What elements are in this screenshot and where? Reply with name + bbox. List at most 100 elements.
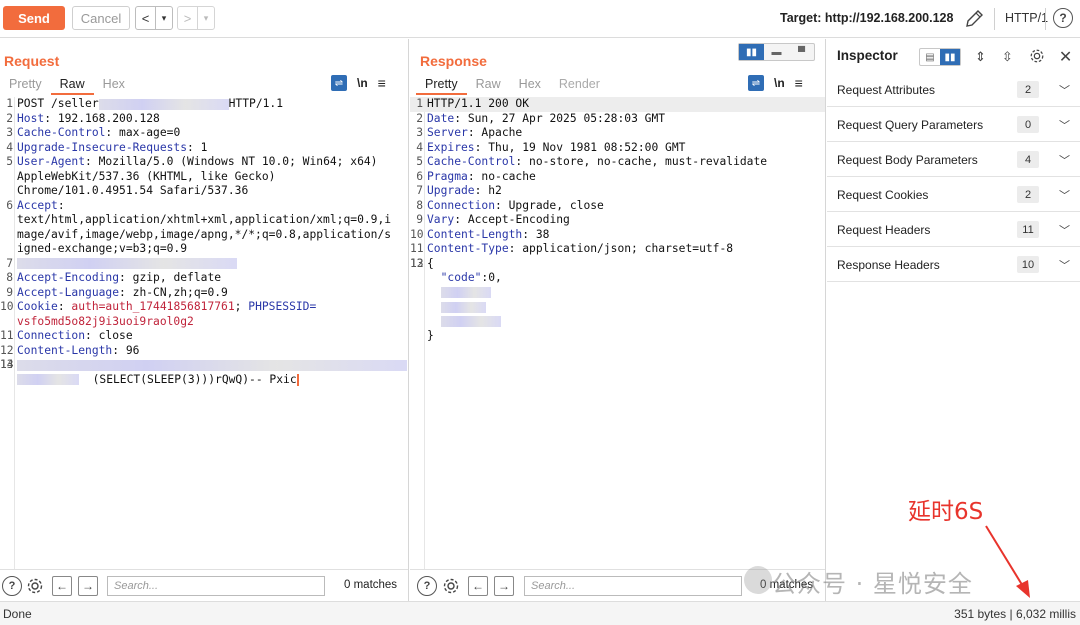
- target-label[interactable]: Target: http://192.168.200.128: [780, 11, 953, 25]
- word-wrap-icon[interactable]: ⇌: [331, 75, 347, 91]
- header-name: Vary: [427, 213, 455, 226]
- line-number: 2: [416, 111, 423, 125]
- back-history-dropdown[interactable]: ▾: [156, 7, 172, 29]
- inspector-row-response-headers[interactable]: Response Headers 10 ﹀: [827, 247, 1080, 282]
- tab-hex[interactable]: Hex: [94, 75, 134, 95]
- line-text: mage/avif,image/webp,image/apng,*/*;q=0.…: [17, 227, 392, 241]
- header-colon: :: [119, 285, 126, 299]
- inspector-row-label: Request Body Parameters: [837, 153, 978, 167]
- editor-line: 5 User-Agent: Mozilla/5.0 (Windows NT 10.…: [0, 155, 408, 170]
- tab-pretty[interactable]: Pretty: [416, 75, 467, 95]
- response-editor[interactable]: 1 HTTP/1.1 200 OK 2 Date: Sun, 27 Apr 2025 …: [410, 97, 825, 569]
- line-text: HTTP/1.1 200 OK: [427, 97, 530, 110]
- inspector-row-request-body-parameters[interactable]: Request Body Parameters 4 ﹀: [827, 142, 1080, 177]
- header-name: Cache-Control: [17, 126, 106, 139]
- search-input[interactable]: Search...: [107, 576, 325, 596]
- tab-raw[interactable]: Raw: [50, 75, 94, 95]
- header-value: 1: [193, 140, 208, 154]
- tab-hex[interactable]: Hex: [510, 75, 550, 95]
- line-number: 5: [416, 155, 423, 168]
- tab-pretty[interactable]: Pretty: [0, 75, 51, 95]
- chevron-down-icon[interactable]: ﹀: [1059, 82, 1070, 98]
- tabbed-layout-icon[interactable]: ▀: [789, 44, 814, 60]
- inspector-row-request-cookies[interactable]: Request Cookies 2 ﹀: [827, 177, 1080, 212]
- status-bar: Done 351 bytes | 6,032 millis: [0, 601, 1080, 625]
- tab-render[interactable]: Render: [550, 75, 609, 95]
- watermark-logo: [744, 566, 772, 594]
- line-text: Chrome/101.0.4951.54 Safari/537.36: [17, 184, 249, 197]
- editor-line: 3 Cache-Control: max-age=0: [0, 126, 408, 141]
- request-tabs: Pretty Raw Hex: [0, 75, 134, 95]
- editor-line: 13{: [410, 257, 825, 272]
- help-icon[interactable]: ?: [2, 576, 22, 596]
- editor-line: 7: [0, 257, 408, 272]
- edit-target-pencil-icon[interactable]: [963, 8, 985, 30]
- line-number: 12: [0, 343, 14, 357]
- back-button[interactable]: <: [136, 7, 156, 29]
- inspector-row-label: Request Cookies: [837, 188, 929, 202]
- inspector-row-request-headers[interactable]: Request Headers 11 ﹀: [827, 212, 1080, 247]
- send-button[interactable]: Send: [3, 6, 65, 30]
- line-text: text/html,application/xhtml+xml,applicat…: [17, 213, 392, 226]
- line-number: 9: [6, 285, 13, 299]
- http-version-toggle[interactable]: HTTP/1: [1005, 11, 1048, 25]
- menu-icon[interactable]: ≡: [795, 75, 803, 91]
- editor-line: 4 Upgrade-Insecure-Requests: 1: [0, 141, 408, 156]
- editor-line: 1 HTTP/1.1 200 OK: [410, 97, 825, 112]
- inspector-layout-list-icon[interactable]: ▤: [920, 49, 940, 65]
- editor-line: 6 Pragma: no-cache: [410, 170, 825, 185]
- editor-line: 9 Vary: Accept-Encoding: [410, 213, 825, 228]
- tab-raw[interactable]: Raw: [467, 75, 510, 95]
- line-number: 7: [416, 184, 423, 197]
- chevron-down-icon[interactable]: ﹀: [1059, 187, 1070, 203]
- header-colon: :: [112, 343, 120, 357]
- inspector-row-request-query-parameters[interactable]: Request Query Parameters 0 ﹀: [827, 107, 1080, 142]
- inspector-row-label: Response Headers: [837, 258, 940, 272]
- inspector-row-count-badge: 4: [1017, 151, 1039, 168]
- word-wrap-icon[interactable]: ⇌: [748, 75, 764, 91]
- side-by-side-layout-icon[interactable]: ▮▮: [739, 44, 764, 60]
- redacted-block: [17, 374, 79, 385]
- header-colon: :: [119, 271, 126, 284]
- next-match-arrow-icon[interactable]: →: [78, 576, 98, 596]
- request-editor[interactable]: 1 POST /seller HTTP/1.1 2 Host: 192.168.200.…: [0, 97, 408, 569]
- chevron-down-icon[interactable]: ﹀: [1059, 152, 1070, 168]
- inspector-layout-switch: ▤ ▮▮: [919, 48, 961, 66]
- collapse-all-icon[interactable]: ⇳: [1002, 49, 1013, 65]
- forward-history-dropdown[interactable]: ▾: [198, 7, 214, 29]
- next-match-arrow-icon[interactable]: →: [494, 576, 514, 596]
- expand-all-icon[interactable]: ⇕: [975, 49, 986, 65]
- header-value: Thu, 19 Nov 1981 08:52:00 GMT: [481, 140, 686, 154]
- help-icon[interactable]: ?: [1053, 8, 1073, 28]
- search-input[interactable]: Search...: [524, 576, 742, 596]
- watermark: 公众号 · 星悦安全: [772, 570, 973, 598]
- menu-icon[interactable]: ≡: [378, 75, 386, 91]
- newline-toggle-icon[interactable]: \n: [357, 76, 368, 90]
- stacked-layout-icon[interactable]: ▬: [764, 44, 789, 60]
- close-icon[interactable]: ✕: [1059, 47, 1072, 67]
- forward-button[interactable]: >: [178, 7, 198, 29]
- cookie-name: PHPSESSID=: [248, 300, 317, 313]
- inspector-settings-gear-icon[interactable]: [1029, 48, 1045, 67]
- inspector-layout-columns-icon[interactable]: ▮▮: [940, 49, 960, 65]
- cancel-button[interactable]: Cancel: [72, 6, 130, 30]
- editor-line: 11 Connection: close: [0, 329, 408, 344]
- chevron-down-icon[interactable]: ﹀: [1059, 117, 1070, 133]
- inspector-row-request-attributes[interactable]: Request Attributes 2 ﹀: [827, 72, 1080, 107]
- chevron-down-icon[interactable]: ﹀: [1059, 222, 1070, 238]
- header-value: zh-CN,zh;q=0.9: [125, 285, 228, 299]
- settings-gear-icon[interactable]: [25, 576, 45, 596]
- header-name: Date: [427, 111, 455, 125]
- header-name: User-Agent: [17, 155, 86, 168]
- response-title: Response: [420, 53, 487, 69]
- newline-toggle-icon[interactable]: \n: [774, 76, 785, 90]
- previous-match-arrow-icon[interactable]: ←: [52, 576, 72, 596]
- settings-gear-icon[interactable]: [441, 576, 461, 596]
- help-icon[interactable]: ?: [417, 576, 437, 596]
- header-name: Cookie: [17, 300, 58, 313]
- previous-match-arrow-icon[interactable]: ←: [468, 576, 488, 596]
- header-value: 96: [119, 343, 140, 357]
- chevron-down-icon[interactable]: ﹀: [1059, 257, 1070, 273]
